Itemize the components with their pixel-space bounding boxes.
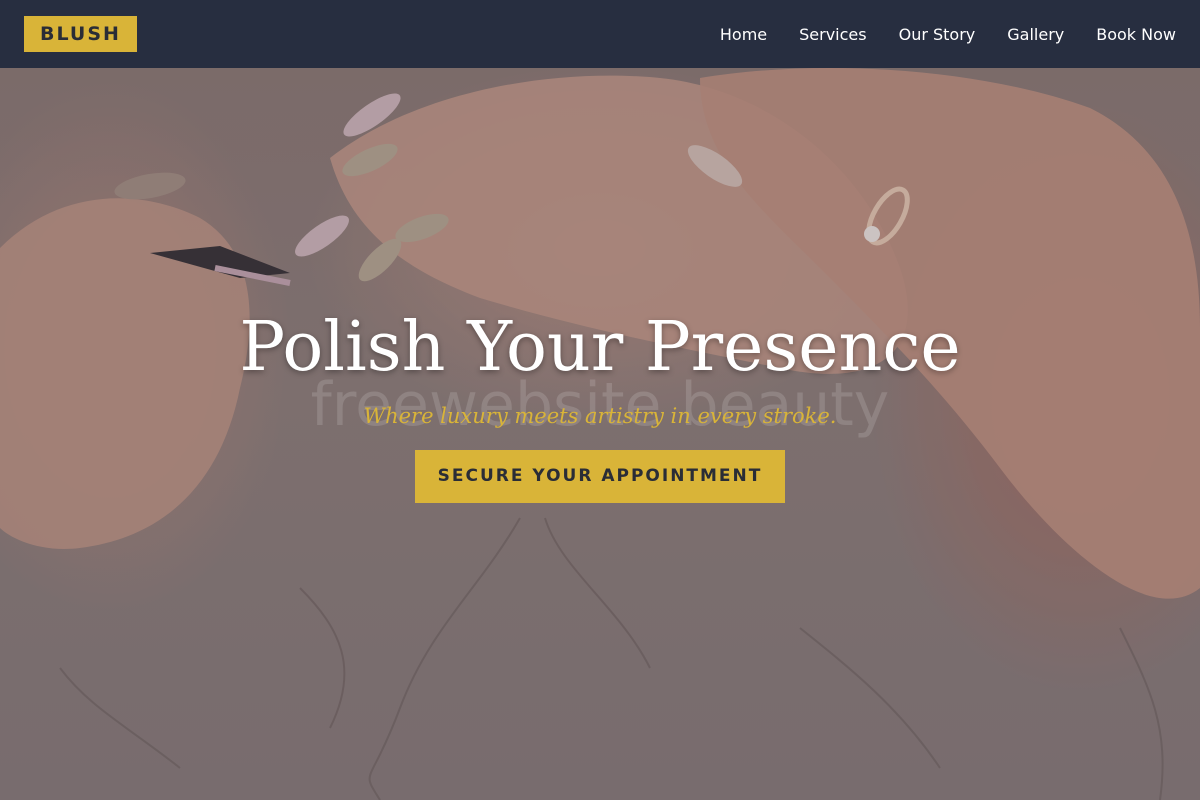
nav-services[interactable]: Services	[799, 25, 866, 44]
nav-our-story[interactable]: Our Story	[899, 25, 976, 44]
hero-tagline: Where luxury meets artistry in every str…	[363, 404, 837, 428]
secure-appointment-button[interactable]: SECURE YOUR APPOINTMENT	[415, 450, 785, 503]
logo[interactable]: BLUSH	[24, 16, 137, 52]
hero-headline: Polish Your Presence	[239, 308, 961, 387]
hero-content: Polish Your Presence Where luxury meets …	[0, 304, 1200, 503]
site-header: BLUSH Home Services Our Story Gallery Bo…	[0, 0, 1200, 68]
hero-section: freewebsite beauty Polish Your Presence …	[0, 68, 1200, 800]
nav-book-now[interactable]: Book Now	[1096, 25, 1176, 44]
nav-home[interactable]: Home	[720, 25, 767, 44]
main-nav: Home Services Our Story Gallery Book Now	[720, 25, 1176, 44]
nav-gallery[interactable]: Gallery	[1007, 25, 1064, 44]
